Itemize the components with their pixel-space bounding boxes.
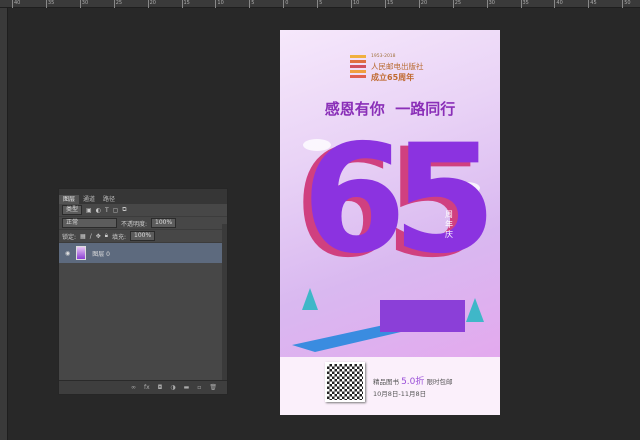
ruler-tick: 30 [486,0,495,8]
new-layer-icon[interactable]: ▫ [197,384,201,391]
layer-name[interactable]: 图层 0 [92,249,110,258]
logo-icon [350,55,366,78]
layer-thumbnail [76,246,87,260]
fx-icon[interactable]: fx [144,384,150,391]
poster-canvas[interactable]: 1953-2018 人民邮电出版社 成立65周年 感恩有你 一路同行 65 周年… [280,30,500,415]
layers-panel[interactable]: 图层 通道 路径 类型 ▣ ◐ T ▢ ⧉ 正常 不透明度: 100% 锁定: … [58,188,228,395]
ruler-tick: 15 [181,0,190,8]
poster-footer: 精品图书 5.0折 限时包邮 10月8日-11月8日 [280,357,500,415]
fill-input[interactable]: 100% [130,231,156,241]
promo-dates: 10月8日-11月8日 [373,390,427,398]
tree-icon [466,298,484,322]
ruler-tick: 45 [588,0,597,8]
filter-smart-icon[interactable]: ⧉ [122,206,126,214]
blend-mode-select[interactable]: 正常 [62,218,117,228]
ruler-tick: 40 [554,0,563,8]
ruler-tick: 15 [384,0,394,8]
ruler-tick: 5 [249,0,255,8]
poster-publisher: 人民邮电出版社 [371,62,424,71]
filter-pixel-icon[interactable]: ▣ [86,207,92,214]
building [380,300,465,332]
promo-suffix: 限时包邮 [426,378,453,386]
filter-adjust-icon[interactable]: ◐ [96,207,101,214]
filter-shape-icon[interactable]: ▢ [113,207,119,214]
lock-all-icon[interactable]: 🔒︎ [105,232,108,240]
horizontal-ruler: 40 35 30 25 20 15 10 5 0 5 10 15 20 25 30 35 40 45 50 [0,0,640,8]
tab-layers[interactable]: 图层 [59,195,80,204]
ruler-tick: 50 [622,0,631,8]
tree-icon [302,288,318,310]
trash-icon[interactable]: 🗑︎ [209,384,217,391]
ruler-tick: 25 [113,0,123,8]
opacity-label: 不透明度: [121,220,148,228]
vertical-ruler [0,8,8,440]
ruler-tick: 20 [418,0,428,8]
ruler-tick: 0 [283,0,289,8]
ruler-tick: 5 [317,0,323,8]
poster-side-text: 周年庆 [445,210,453,239]
poster-anniversary: 成立65周年 [371,73,415,82]
mask-icon[interactable]: ◘ [158,384,163,391]
promo-discount: 5.0折 [401,377,425,387]
ruler-tick: 35 [520,0,529,8]
folder-icon[interactable]: ▬ [184,384,190,391]
lock-brush-icon[interactable]: / [90,233,92,240]
lock-pixels-icon[interactable]: ▦ [80,233,86,240]
poster-years: 1953-2018 [371,54,396,59]
adjustment-icon[interactable]: ◑ [170,384,175,391]
panel-scrollbar[interactable] [222,224,227,380]
ruler-tick: 20 [147,0,156,8]
poster-big-number: 65 [302,113,497,287]
promo-line: 精品图书 5.0折 限时包邮 [373,374,452,387]
ruler-tick: 30 [79,0,89,8]
qr-code[interactable] [325,362,365,402]
ruler-tick: 10 [215,0,224,8]
tab-paths[interactable]: 路径 [99,195,119,204]
link-icon[interactable]: ∞ [131,384,136,391]
fill-label: 填充: [111,233,126,241]
promo-prefix: 精品图书 [373,378,399,386]
ruler-tick: 40 [12,0,21,8]
panel-tabs: 图层 通道 路径 [59,195,227,204]
ruler-tick: 35 [45,0,55,8]
tab-channels[interactable]: 通道 [79,195,99,204]
filter-text-icon[interactable]: T [105,207,109,214]
lock-move-icon[interactable]: ✥ [96,233,101,240]
ruler-tick: 10 [351,0,360,8]
ruler-tick: 25 [452,0,462,8]
panel-footer: ∞ fx ◘ ◑ ▬ ▫ 🗑︎ [59,380,227,394]
opacity-input[interactable]: 100% [151,218,177,228]
filter-type-select[interactable]: 类型 [62,205,83,215]
visibility-eye-icon[interactable]: ◉ [65,250,70,257]
lock-label: 锁定: [62,233,77,241]
layer-row[interactable]: ◉ 图层 0 [59,243,227,263]
